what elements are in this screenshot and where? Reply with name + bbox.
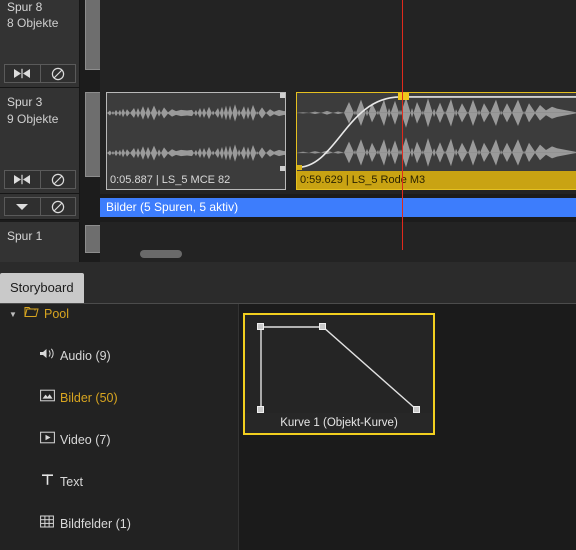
grid-icon: [38, 514, 56, 535]
sync-icon[interactable]: [5, 65, 41, 82]
waveform-graphic: [297, 97, 576, 168]
track-header-spur1[interactable]: Spur 1: [0, 222, 80, 262]
tab-storyboard[interactable]: Storyboard: [0, 273, 84, 303]
speaker-icon: [38, 346, 56, 367]
tree-item-label: Pool: [44, 307, 70, 321]
waveform: [297, 93, 576, 171]
text-icon: [38, 472, 56, 493]
fade-handle-start[interactable]: [297, 165, 302, 170]
waveform: [107, 93, 285, 171]
tree-item-audio[interactable]: Audio (9): [0, 346, 238, 367]
chevron-down-icon[interactable]: [5, 198, 41, 215]
group-track-header[interactable]: [0, 194, 80, 220]
tree-item-label: Video (7): [60, 433, 111, 447]
group-button-row[interactable]: [4, 197, 76, 216]
tab-bar[interactable]: Storyboard: [0, 262, 576, 304]
folder-icon: [22, 304, 40, 325]
tree-item-video[interactable]: Video (7): [0, 430, 238, 451]
track-name: Spur 8: [7, 0, 43, 14]
timeline-horizontal-scrollbar[interactable]: [140, 250, 182, 258]
track-name: Spur 1: [7, 229, 43, 243]
curve-thumbnail-caption: Kurve 1 (Objekt-Kurve): [245, 413, 433, 433]
audio-clip-unselected[interactable]: 0:05.887 | LS_5 MCE 82: [106, 92, 286, 190]
tree-item-label: Audio (9): [60, 349, 111, 363]
app-root: Spur 8 8 Objekte Spur 3 9 Objekte 0:05.8…: [0, 0, 576, 550]
curve-graph: [260, 326, 418, 411]
curve-thumbnail-kurve-1[interactable]: Kurve 1 (Objekt-Kurve): [243, 313, 435, 435]
pool-tree[interactable]: ▼ Pool Audio (9) Bilder (50) Video (7) T…: [0, 304, 238, 550]
audio-clip-selected[interactable]: 0:59.629 | LS_5 Rode M3: [296, 92, 576, 190]
timeline-track-spur1[interactable]: Spur 1: [0, 222, 576, 262]
image-icon: [38, 388, 56, 409]
tree-item-label: Text: [60, 475, 83, 489]
fade-handle-end[interactable]: [398, 93, 409, 100]
curve-preview: [245, 315, 433, 413]
mute-icon[interactable]: [40, 171, 75, 188]
track-header-spur3[interactable]: Spur 3 9 Objekte: [0, 88, 80, 194]
tree-item-bildfelder[interactable]: Bildfelder (1): [0, 514, 238, 535]
track-lane-spur3[interactable]: 0:05.887 | LS_5 MCE 82 0:59.629 | LS_5 R…: [100, 88, 576, 194]
curve-control-point[interactable]: [257, 323, 264, 330]
track-name: Spur 3: [7, 95, 43, 109]
video-icon: [38, 430, 56, 451]
curve-control-point[interactable]: [319, 323, 326, 330]
mute-icon[interactable]: [40, 65, 75, 82]
track-header-spur8[interactable]: Spur 8 8 Objekte: [0, 0, 80, 88]
tree-item-label: Bilder (50): [60, 391, 118, 405]
bottom-panel: ▼ Pool Audio (9) Bilder (50) Video (7) T…: [0, 304, 576, 550]
track-object-count: 9 Objekte: [7, 112, 59, 126]
chevron-down-icon[interactable]: ▼: [6, 304, 20, 325]
curve-thumbnail-panel[interactable]: Kurve 1 (Objekt-Kurve): [238, 304, 576, 550]
tree-item-pool[interactable]: ▼ Pool: [0, 304, 238, 325]
clip-label: 0:59.629 | LS_5 Rode M3: [297, 171, 576, 189]
timeline-group-track[interactable]: Bilder (5 Spuren, 5 aktiv): [0, 194, 576, 220]
curve-control-point[interactable]: [413, 406, 420, 413]
timeline-panel[interactable]: Spur 8 8 Objekte Spur 3 9 Objekte 0:05.8…: [0, 0, 576, 262]
track-button-row[interactable]: [4, 170, 76, 189]
tree-item-bilder[interactable]: Bilder (50): [0, 388, 238, 409]
track-lane-spur8[interactable]: [100, 0, 576, 88]
timeline-track-spur3[interactable]: Spur 3 9 Objekte 0:05.887 | LS_5 MCE 82 …: [0, 88, 576, 194]
playhead[interactable]: [402, 0, 403, 250]
curve-control-point[interactable]: [257, 406, 264, 413]
track-button-row[interactable]: [4, 64, 76, 83]
group-row-bilder[interactable]: Bilder (5 Spuren, 5 aktiv): [100, 198, 576, 217]
timeline-track-spur8[interactable]: Spur 8 8 Objekte: [0, 0, 576, 88]
mute-icon[interactable]: [40, 198, 75, 215]
tree-item-text[interactable]: Text: [0, 472, 238, 493]
track-object-count: 8 Objekte: [7, 16, 59, 30]
waveform-graphic: [107, 104, 285, 162]
tree-item-label: Bildfelder (1): [60, 517, 131, 531]
clip-handle-top-right[interactable]: [280, 93, 285, 98]
clip-label: 0:05.887 | LS_5 MCE 82: [107, 171, 285, 189]
sync-icon[interactable]: [5, 171, 41, 188]
